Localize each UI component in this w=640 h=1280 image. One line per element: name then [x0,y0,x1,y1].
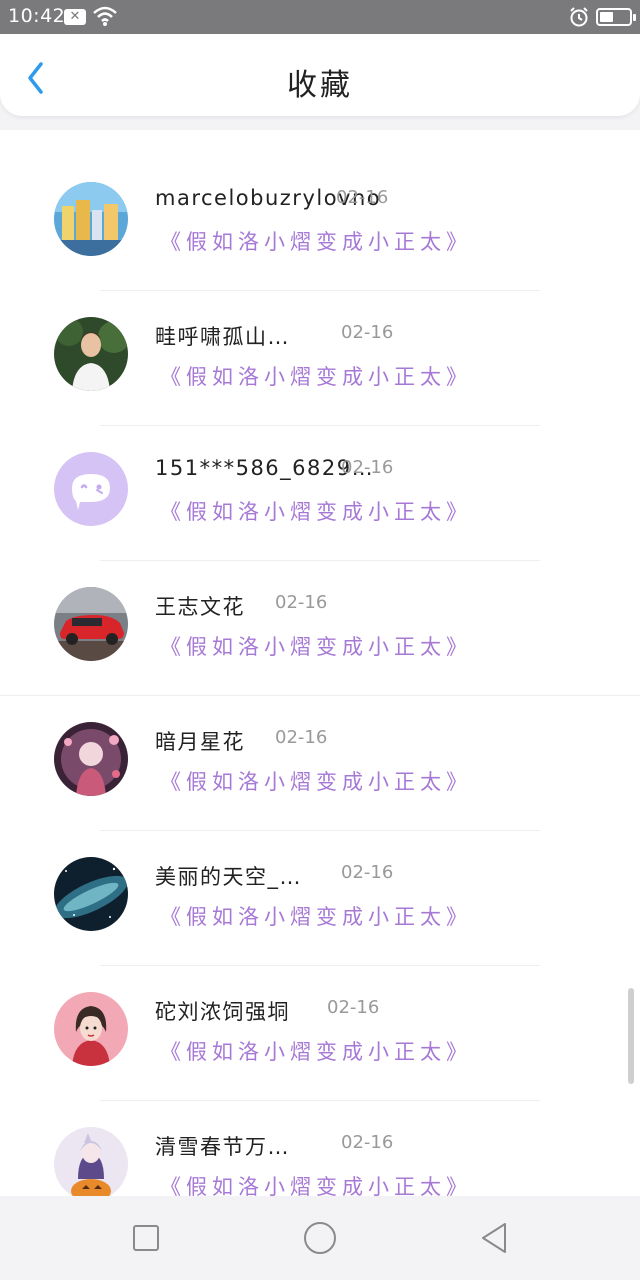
scrollbar[interactable] [628,988,634,1084]
notification-close-icon: ✕ [64,9,86,25]
favorites-list: marcelobuzrylovno 02-16 《假如洛小熠变成小正太》 畦呼啸… [0,130,640,1196]
anime-girl-avatar[interactable] [54,722,128,796]
triangle-back-icon [482,1223,506,1253]
list-item[interactable]: 清雪春节万… 02-16 《假如洛小熠变成小正太》 [0,1101,640,1196]
wifi-icon [92,5,118,31]
list-item[interactable]: 畦呼啸孤山… 02-16 《假如洛小熠变成小正太》 [0,291,640,426]
item-quote: 《假如洛小熠变成小正太》 [160,635,472,659]
item-quote: 《假如洛小熠变成小正太》 [160,230,472,254]
item-date: 02-16 [327,997,380,1018]
list-item[interactable]: 砣刘浓饲强垌 02-16 《假如洛小熠变成小正太》 [0,966,640,1101]
item-quote: 《假如洛小熠变成小正太》 [160,1175,472,1196]
recent-apps-button[interactable] [124,1216,168,1260]
item-date: 02-16 [275,592,328,613]
item-quote: 《假如洛小熠变成小正太》 [160,1040,472,1064]
page-title: 收藏 [287,68,353,103]
navigation-bar [0,1196,640,1280]
item-date: 02-16 [341,1132,394,1153]
back-nav-button[interactable] [472,1216,516,1260]
item-date: 02-16 [341,457,394,478]
man-photo-avatar[interactable] [54,317,128,391]
item-name: 美丽的天空_… [155,865,302,889]
item-name: 清雪春节万… [155,1135,290,1159]
cartoon-girl-avatar[interactable] [54,992,128,1066]
battery-level [600,12,613,22]
item-name: 王志文花 [155,595,245,619]
list-item[interactable]: 暗月星花 02-16 《假如洛小熠变成小正太》 [0,696,640,831]
city-photo-avatar[interactable] [54,182,128,256]
square-icon [133,1225,159,1251]
list-item[interactable]: marcelobuzrylovno 02-16 《假如洛小熠变成小正太》 [0,156,640,291]
halloween-anime-avatar[interactable] [54,1127,128,1196]
list-item[interactable]: 美丽的天空_… 02-16 《假如洛小熠变成小正太》 [0,831,640,966]
galaxy-avatar[interactable] [54,857,128,931]
item-name: 暗月星花 [155,730,245,754]
circle-icon [304,1222,336,1254]
item-date: 02-16 [336,187,389,208]
list-item[interactable]: 王志文花 02-16 《假如洛小熠变成小正太》 [0,561,640,696]
item-quote: 《假如洛小熠变成小正太》 [160,500,472,524]
item-name: 畦呼啸孤山… [155,325,290,349]
item-quote: 《假如洛小熠变成小正太》 [160,905,472,929]
status-bar: 10:42 ✕ [0,0,640,34]
red-car-avatar[interactable] [54,587,128,661]
item-quote: 《假如洛小熠变成小正太》 [160,770,472,794]
item-date: 02-16 [275,727,328,748]
alarm-clock-icon [568,6,590,32]
home-button[interactable] [298,1216,342,1260]
status-time: 10:42 [8,5,66,27]
list-item[interactable]: 151***586_6829… 02-16 《假如洛小熠变成小正太》 [0,426,640,561]
item-date: 02-16 [341,862,394,883]
default-chat-avatar[interactable] [54,452,128,526]
battery-icon [596,8,636,26]
header: 收藏 [0,34,640,116]
item-name: 砣刘浓饲强垌 [155,1000,290,1024]
item-quote: 《假如洛小熠变成小正太》 [160,365,472,389]
item-date: 02-16 [341,322,394,343]
